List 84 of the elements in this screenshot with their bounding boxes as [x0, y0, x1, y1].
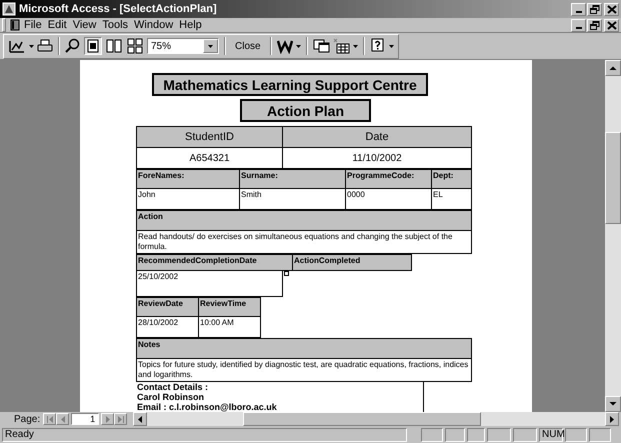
section-label: Action [136, 210, 472, 231]
page-number-field[interactable]: 1 [71, 413, 100, 425]
restore-icon [589, 20, 600, 30]
last-page-button[interactable] [114, 413, 128, 425]
two-pages-button[interactable] [105, 37, 123, 55]
magnifier-icon[interactable] [65, 38, 81, 54]
status-pane [467, 428, 485, 442]
next-page-button[interactable] [101, 413, 114, 425]
minimize-icon [576, 11, 582, 13]
contact-line: Email : c.l.robinson@lboro.ac.uk [137, 402, 278, 412]
app-icon [2, 2, 16, 16]
field-label: ProgrammeCode: [346, 169, 432, 189]
first-page-icon [46, 416, 54, 422]
menu-item[interactable]: View [70, 19, 100, 31]
status-text: Ready [2, 428, 407, 442]
caret-icon[interactable] [296, 44, 301, 48]
menu-item[interactable]: Help [176, 19, 205, 31]
checkbox[interactable] [284, 271, 289, 276]
field-label: ActionCompleted [293, 254, 412, 271]
contact-line: Contact Details : [137, 382, 210, 392]
close-icon [606, 20, 617, 30]
field-label: RecommendedCompletionDate [136, 254, 293, 271]
zoom-dropdown[interactable]: 75% [147, 38, 219, 54]
report-subtitle: Action Plan [240, 99, 371, 122]
scroll-thumb[interactable] [605, 132, 621, 224]
restore-button[interactable] [587, 18, 602, 32]
close-button[interactable] [604, 18, 619, 32]
vertical-scrollbar[interactable] [605, 60, 621, 412]
close-button[interactable] [604, 2, 619, 16]
windows-icon[interactable] [312, 38, 330, 54]
restore-button[interactable] [587, 2, 602, 16]
caret-icon[interactable] [352, 44, 358, 48]
status-pane [445, 428, 465, 442]
caret-icon [208, 44, 213, 48]
right-arrow-icon [609, 416, 615, 422]
caret-icon[interactable] [388, 44, 394, 48]
previous-page-button[interactable] [56, 413, 70, 425]
status-pane [487, 428, 511, 442]
left-arrow-icon [137, 416, 144, 422]
scroll-thumb[interactable] [243, 412, 482, 426]
document-icon[interactable] [9, 19, 21, 31]
new-object-icon[interactable] [332, 38, 350, 54]
multiple-pages-button[interactable] [126, 37, 144, 55]
previous-page-icon [58, 416, 67, 422]
minimize-button[interactable] [571, 18, 586, 32]
one-page-icon [85, 38, 101, 54]
status-pane [565, 428, 587, 442]
help-icon[interactable] [370, 38, 386, 54]
word-icon[interactable] [276, 38, 293, 54]
first-page-button[interactable] [43, 413, 56, 425]
menu-item[interactable]: Edit [44, 19, 70, 31]
menu-item[interactable]: Window [131, 19, 176, 31]
num-lock-indicator: NUM [539, 428, 563, 442]
restore-icon [589, 4, 600, 14]
one-page-button[interactable] [84, 37, 102, 55]
report-view-icon[interactable] [8, 38, 26, 54]
field-label: ForeNames: [136, 169, 240, 189]
horizontal-scrollbar[interactable] [133, 412, 619, 426]
contact-line: Carol Robinson [137, 392, 205, 402]
section-text: Topics for future study, identified by diagnostic test, are quadratic equations, fractions, indices and logarithms. [136, 359, 472, 382]
next-page-icon [104, 416, 112, 422]
minimize-button[interactable] [571, 2, 586, 16]
report-title: Mathematics Learning Support Centre [152, 73, 428, 96]
field-label: Date [283, 126, 472, 148]
two-pages-icon [106, 38, 122, 54]
field-label: Surname: [240, 169, 346, 189]
field-label: Dept: [432, 169, 472, 189]
section-label: Notes [136, 338, 472, 359]
field-label: StudentID [136, 126, 283, 148]
menu-item[interactable]: File [21, 19, 45, 31]
close-icon [606, 4, 617, 14]
window-title: Microsoft Access - [SelectActionPlan] [19, 3, 217, 15]
field-label: ReviewTime [199, 297, 261, 317]
status-pane [421, 428, 443, 442]
last-page-icon [116, 416, 125, 422]
caret-icon[interactable] [29, 44, 34, 48]
print-icon[interactable] [37, 38, 53, 54]
field-label: ReviewDate [136, 297, 199, 317]
status-pane [513, 428, 537, 442]
status-pane [589, 428, 611, 442]
page-label: Page: [14, 414, 40, 424]
multiple-pages-icon [127, 38, 143, 54]
menu-item[interactable]: Tools [99, 19, 132, 31]
minimize-icon [576, 27, 582, 29]
